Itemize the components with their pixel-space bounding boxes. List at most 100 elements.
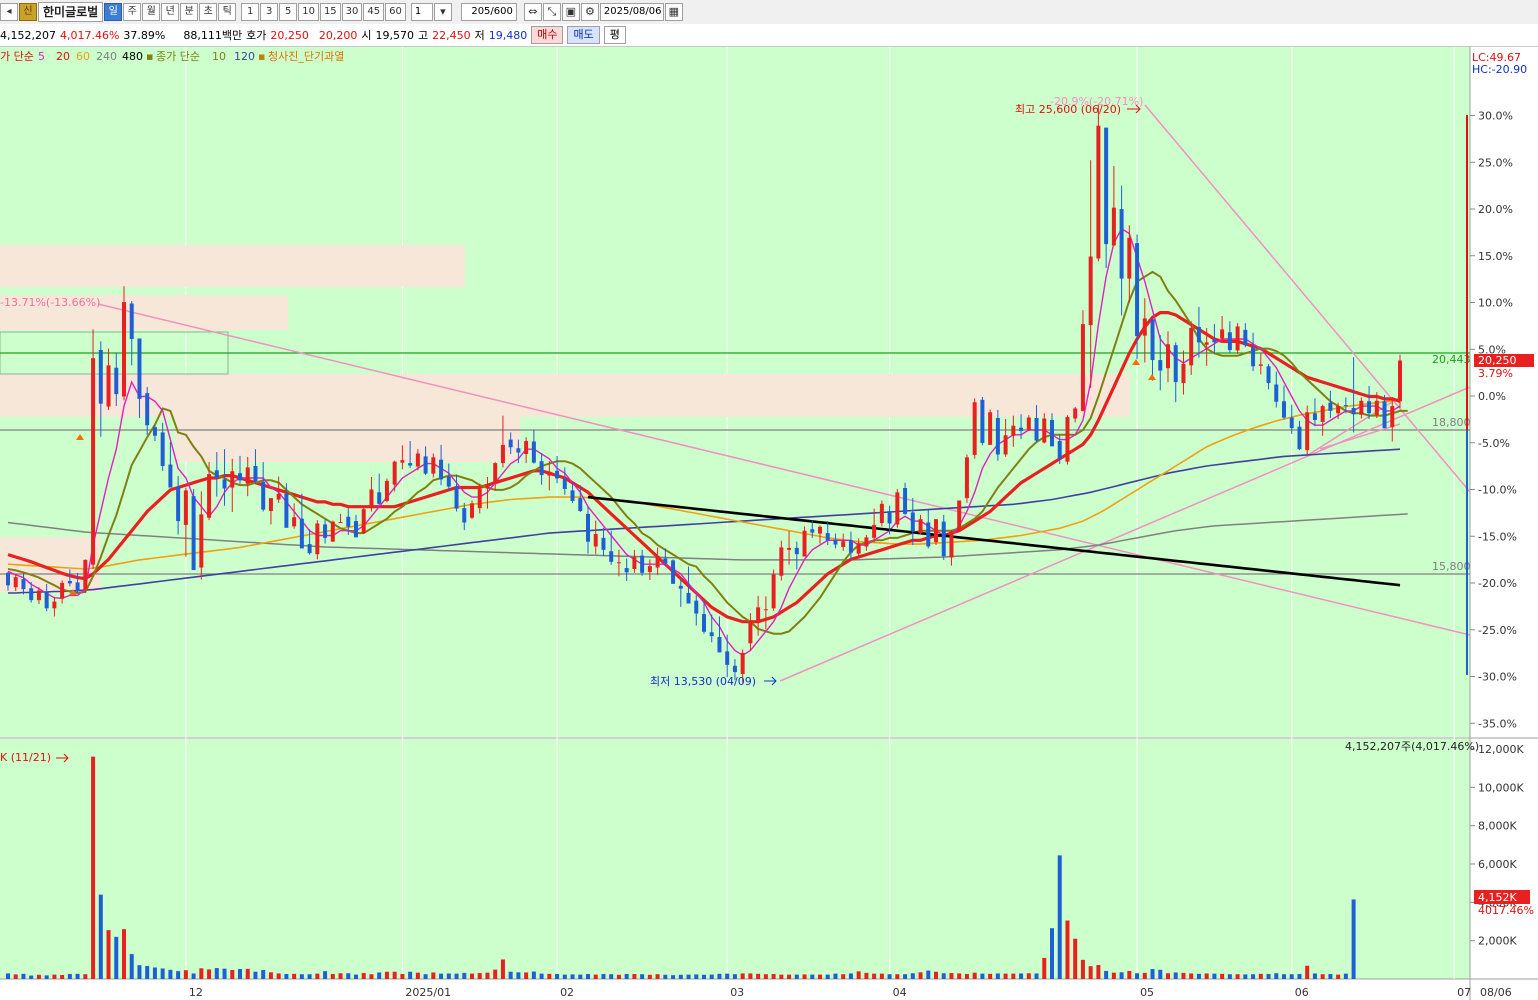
candle-body[interactable]: [1150, 319, 1155, 361]
candle-body[interactable]: [779, 547, 784, 576]
candle-body[interactable]: [106, 365, 111, 407]
candle-body[interactable]: [524, 441, 529, 454]
volume-bar[interactable]: [972, 972, 977, 979]
candle-body[interactable]: [315, 523, 320, 555]
volume-bar[interactable]: [547, 973, 552, 979]
candle-body[interactable]: [485, 484, 490, 489]
volume-bar[interactable]: [1158, 969, 1163, 979]
candle-body[interactable]: [1336, 406, 1341, 414]
volume-bar[interactable]: [1312, 973, 1317, 979]
period-tab-1[interactable]: 주: [123, 3, 142, 21]
candle-body[interactable]: [415, 453, 420, 467]
volume-bar[interactable]: [934, 971, 938, 979]
candle-body[interactable]: [508, 439, 513, 448]
candle-body[interactable]: [833, 539, 838, 545]
interval-button-1[interactable]: 1: [241, 3, 260, 21]
candle-body[interactable]: [1026, 417, 1031, 431]
candle-body[interactable]: [1111, 207, 1116, 246]
volume-bar[interactable]: [702, 974, 706, 979]
candle-body[interactable]: [1274, 384, 1279, 402]
volume-bar[interactable]: [740, 973, 745, 979]
candle-body[interactable]: [964, 457, 969, 499]
volume-bar[interactable]: [586, 974, 590, 979]
volume-bar[interactable]: [1173, 972, 1178, 979]
candle-body[interactable]: [949, 531, 954, 558]
volume-bar[interactable]: [624, 974, 629, 979]
candle-body[interactable]: [841, 541, 846, 547]
volume-bar[interactable]: [67, 974, 72, 979]
volume-bar[interactable]: [941, 973, 946, 979]
candle-body[interactable]: [632, 557, 637, 570]
candle-body[interactable]: [245, 467, 250, 484]
volume-bar[interactable]: [980, 973, 985, 979]
volume-bar[interactable]: [1050, 928, 1054, 979]
candle-body[interactable]: [323, 524, 328, 538]
candle-body[interactable]: [160, 432, 165, 466]
candle-body[interactable]: [872, 524, 877, 538]
save-icon[interactable]: ▣: [561, 3, 580, 21]
volume-bar[interactable]: [570, 974, 575, 979]
candle-body[interactable]: [338, 522, 343, 524]
volume-bar[interactable]: [872, 973, 877, 979]
candle-body[interactable]: [67, 580, 72, 584]
volume-bar[interactable]: [268, 972, 273, 979]
candle-body[interactable]: [307, 544, 312, 554]
candle-body[interactable]: [555, 470, 560, 479]
candle-body[interactable]: [369, 489, 374, 509]
candle-body[interactable]: [75, 582, 80, 592]
volume-bar[interactable]: [663, 974, 668, 979]
stock-name[interactable]: 한미글로벌: [38, 2, 104, 22]
candle-body[interactable]: [1196, 326, 1201, 343]
candle-body[interactable]: [787, 547, 792, 550]
candle-body[interactable]: [1312, 413, 1317, 420]
volume-bar[interactable]: [1019, 973, 1024, 979]
volume-bar[interactable]: [1251, 974, 1256, 979]
candle-body[interactable]: [330, 521, 335, 542]
candle-body[interactable]: [616, 562, 621, 564]
volume-bar[interactable]: [292, 973, 297, 979]
volume-bar[interactable]: [168, 969, 173, 979]
candle-body[interactable]: [1104, 127, 1109, 245]
volume-bar[interactable]: [810, 974, 815, 979]
candle-body[interactable]: [292, 517, 297, 527]
candle-body[interactable]: [531, 441, 536, 463]
candle-body[interactable]: [825, 533, 830, 541]
candle-body[interactable]: [1297, 426, 1302, 450]
candle-body[interactable]: [601, 537, 606, 550]
candle-body[interactable]: [818, 526, 822, 534]
candle-body[interactable]: [763, 609, 768, 611]
volume-bar[interactable]: [423, 974, 428, 979]
volume-bar[interactable]: [647, 974, 652, 979]
volume-bar[interactable]: [214, 968, 219, 979]
volume-bar[interactable]: [392, 971, 397, 979]
volume-bar[interactable]: [238, 969, 242, 979]
candle-body[interactable]: [276, 493, 281, 500]
candle-body[interactable]: [98, 349, 103, 404]
candle-body[interactable]: [1142, 318, 1147, 336]
candle-body[interactable]: [794, 547, 799, 555]
volume-bar[interactable]: [856, 971, 861, 979]
candle-body[interactable]: [1243, 329, 1248, 346]
eval-button[interactable]: 평: [603, 26, 626, 44]
volume-bar[interactable]: [222, 968, 227, 979]
volume-bar[interactable]: [299, 974, 304, 979]
candle-body[interactable]: [609, 551, 614, 562]
candle-body[interactable]: [214, 470, 219, 478]
candle-body[interactable]: [183, 490, 188, 525]
volume-bar[interactable]: [887, 974, 892, 979]
candle-body[interactable]: [802, 530, 807, 557]
candle-body[interactable]: [624, 568, 629, 573]
candle-body[interactable]: [83, 559, 88, 590]
volume-bar[interactable]: [825, 974, 830, 979]
candle-body[interactable]: [1367, 401, 1372, 414]
interval-select[interactable]: 1: [410, 3, 433, 21]
candle-body[interactable]: [1235, 326, 1240, 351]
candle-body[interactable]: [168, 464, 173, 488]
candle-body[interactable]: [299, 518, 304, 549]
candle-body[interactable]: [500, 444, 505, 464]
volume-bar[interactable]: [183, 970, 188, 979]
volume-bar[interactable]: [137, 965, 142, 979]
candle-body[interactable]: [13, 577, 18, 588]
candle-body[interactable]: [647, 566, 652, 572]
candle-body[interactable]: [1204, 342, 1209, 345]
